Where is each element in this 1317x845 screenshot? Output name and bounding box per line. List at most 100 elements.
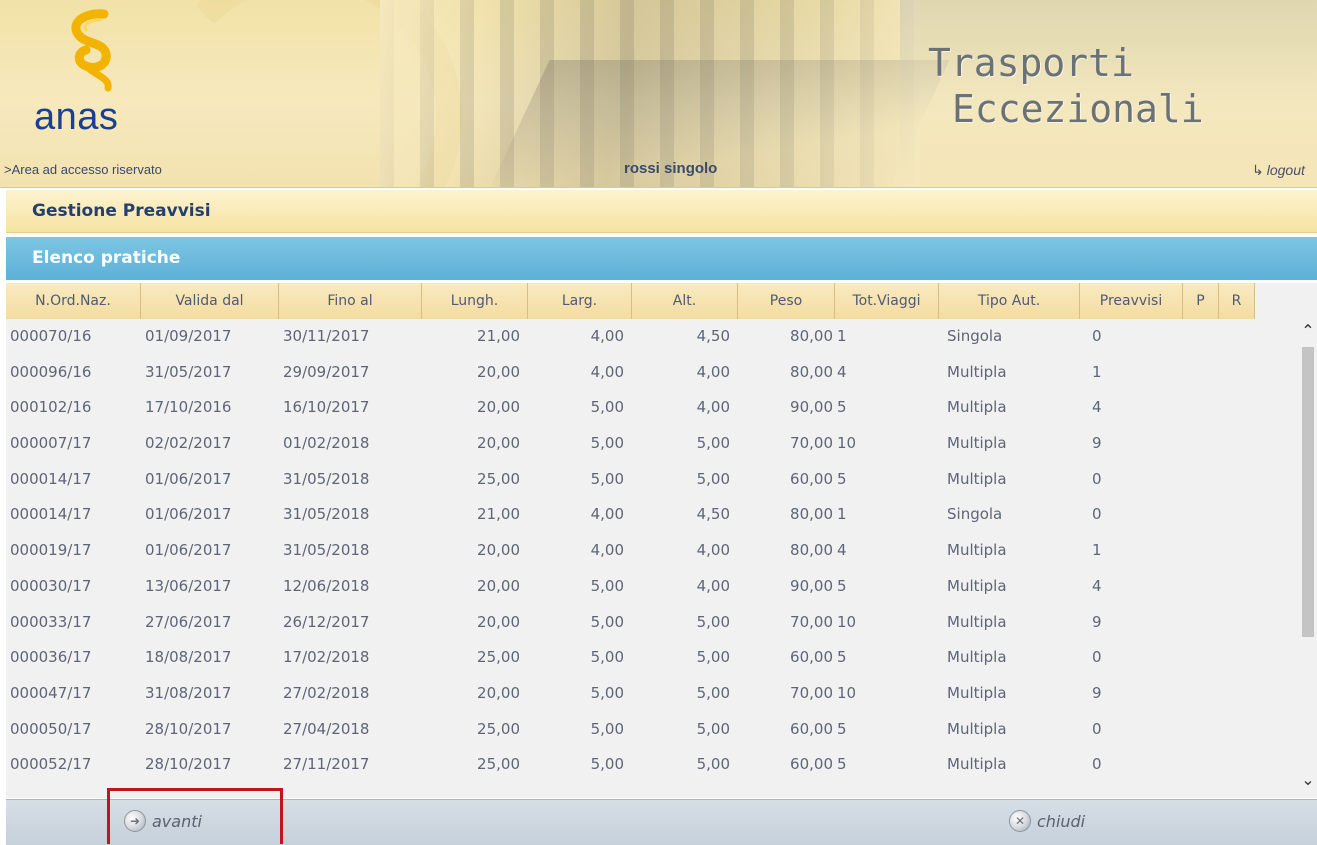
- cell-tot-viaggi: 1: [837, 505, 847, 524]
- cell-tipo-aut: Multipla: [947, 434, 1007, 453]
- cell-tot-viaggi: 10: [837, 683, 857, 702]
- cell-lungh: 21,00: [477, 505, 520, 524]
- cell-valida-dal: 01/06/2017: [145, 541, 232, 560]
- list-header: Elenco pratiche: [6, 237, 1317, 280]
- cell-fino-al: 01/02/2018: [283, 434, 370, 453]
- cell-preavvisi: 9: [1092, 434, 1102, 453]
- cell-tot-viaggi: 5: [837, 648, 847, 667]
- cell-preavvisi: 9: [1092, 612, 1102, 631]
- cell-p: [1183, 497, 1219, 533]
- column-header-preavvisi: Preavvisi: [1080, 283, 1183, 319]
- cell-larg: 5,00: [590, 398, 624, 417]
- cell-preavvisi: 0: [1092, 648, 1102, 667]
- cell-tipo-aut: Multipla: [947, 719, 1007, 738]
- cell-tot-viaggi: 5: [837, 398, 847, 417]
- cell-alt: 4,50: [696, 505, 730, 524]
- cell-tipo-aut: Singola: [947, 505, 1003, 524]
- close-button[interactable]: ✕ chiudi: [1009, 810, 1085, 832]
- cell-fino-al: 12/06/2018: [283, 576, 370, 595]
- table-row[interactable]: 000014/17 01/06/2017 31/05/2018 21,00 4,00 4,…: [6, 497, 1296, 533]
- app-title: Trasporti Eccezionali: [928, 40, 1204, 132]
- cell-larg: 5,00: [590, 612, 624, 631]
- logout-label: logout: [1266, 162, 1305, 178]
- cell-peso: 80,00: [790, 362, 833, 381]
- cell-peso: 80,00: [790, 541, 833, 560]
- cell-preavvisi: 0: [1092, 755, 1102, 774]
- table-row[interactable]: 000019/17 01/06/2017 31/05/2018 20,00 4,00 4,…: [6, 533, 1296, 569]
- table-row[interactable]: 000050/17 28/10/2017 27/04/2018 25,00 5,00 5,…: [6, 712, 1296, 748]
- column-header-fino-al: Fino al: [279, 283, 422, 319]
- cell-fino-al: 16/10/2017: [283, 398, 370, 417]
- cell-preavvisi: 9: [1092, 683, 1102, 702]
- table-row[interactable]: 000070/16 01/09/2017 30/11/2017 21,00 4,00 4,…: [6, 319, 1296, 355]
- cell-ord-naz: 000033/17: [10, 612, 92, 631]
- chevron-down-icon[interactable]: ⌄: [1299, 768, 1317, 792]
- column-header-valida-dal: Valida dal: [141, 283, 279, 319]
- cell-ord-naz: 000102/16: [10, 398, 92, 417]
- cell-peso: 60,00: [790, 648, 833, 667]
- cell-fino-al: 27/02/2018: [283, 683, 370, 702]
- cell-peso: 90,00: [790, 576, 833, 595]
- cell-preavvisi: 1: [1092, 362, 1102, 381]
- cell-peso: 80,00: [790, 505, 833, 524]
- cell-tot-viaggi: 10: [837, 434, 857, 453]
- cell-r: [1219, 676, 1255, 712]
- section-header: Gestione Preavvisi: [6, 190, 1317, 233]
- cell-tipo-aut: Multipla: [947, 683, 1007, 702]
- cell-lungh: 20,00: [477, 541, 520, 560]
- cell-fino-al: 27/04/2018: [283, 719, 370, 738]
- cell-tipo-aut: Multipla: [947, 576, 1007, 595]
- table-row[interactable]: 000096/16 31/05/2017 29/09/2017 20,00 4,00 4,…: [6, 355, 1296, 391]
- cell-preavvisi: 0: [1092, 469, 1102, 488]
- cell-valida-dal: 13/06/2017: [145, 576, 232, 595]
- cell-tipo-aut: Multipla: [947, 541, 1007, 560]
- cell-p: [1183, 747, 1219, 783]
- cell-p: [1183, 640, 1219, 676]
- cell-lungh: 20,00: [477, 683, 520, 702]
- anas-logo-icon: [71, 9, 112, 92]
- cell-larg: 5,00: [590, 434, 624, 453]
- cell-tipo-aut: Multipla: [947, 755, 1007, 774]
- chevron-up-icon[interactable]: ⌃: [1299, 319, 1317, 343]
- anas-logo-text: anas: [34, 96, 119, 138]
- cell-tot-viaggi: 5: [837, 576, 847, 595]
- table-row[interactable]: 000047/17 31/08/2017 27/02/2018 20,00 5,00 5,…: [6, 676, 1296, 712]
- cell-larg: 4,00: [590, 327, 624, 345]
- cell-p: [1183, 605, 1219, 641]
- cell-ord-naz: 000070/16: [10, 327, 92, 345]
- table-row[interactable]: 000052/17 28/10/2017 27/11/2017 25,00 5,00 5,…: [6, 747, 1296, 783]
- cell-larg: 5,00: [590, 755, 624, 774]
- cell-tipo-aut: Multipla: [947, 612, 1007, 631]
- cell-lungh: 20,00: [477, 434, 520, 453]
- cell-alt: 5,00: [696, 683, 730, 702]
- vertical-scrollbar[interactable]: ⌃ ⌄: [1299, 319, 1317, 798]
- column-header-lungh: Lungh.: [422, 283, 528, 319]
- logout-link[interactable]: ↳ logout: [1252, 162, 1305, 179]
- cell-tot-viaggi: 4: [837, 362, 847, 381]
- table-row[interactable]: 000102/16 17/10/2016 16/10/2017 20,00 5,00 4,…: [6, 390, 1296, 426]
- cell-alt: 5,00: [696, 469, 730, 488]
- cell-larg: 5,00: [590, 719, 624, 738]
- scrollbar-thumb[interactable]: [1302, 347, 1314, 637]
- close-icon: ✕: [1009, 810, 1031, 832]
- table-row[interactable]: 000014/17 01/06/2017 31/05/2018 25,00 5,00 5,…: [6, 462, 1296, 498]
- cell-preavvisi: 1: [1092, 541, 1102, 560]
- column-header-alt: Alt.: [632, 283, 738, 319]
- section-title: Gestione Preavvisi: [32, 201, 211, 221]
- cell-p: [1183, 390, 1219, 426]
- cell-valida-dal: 27/06/2017: [145, 612, 232, 631]
- cell-peso: 70,00: [790, 434, 833, 453]
- table-row[interactable]: 000007/17 02/02/2017 01/02/2018 20,00 5,00 5,…: [6, 426, 1296, 462]
- cell-fino-al: 31/05/2018: [283, 541, 370, 560]
- cell-peso: 60,00: [790, 469, 833, 488]
- cell-larg: 5,00: [590, 576, 624, 595]
- table-row[interactable]: 000030/17 13/06/2017 12/06/2018 20,00 5,00 4,…: [6, 569, 1296, 605]
- cell-tot-viaggi: 10: [837, 612, 857, 631]
- table-row[interactable]: 000036/17 18/08/2017 17/02/2018 25,00 5,00 5,…: [6, 640, 1296, 676]
- cell-p: [1183, 533, 1219, 569]
- cell-preavvisi: 0: [1092, 327, 1102, 345]
- header-banner: anas >Area ad accesso riservato rossi si…: [0, 0, 1317, 188]
- table-row[interactable]: 000033/17 27/06/2017 26/12/2017 20,00 5,00 5,…: [6, 605, 1296, 641]
- reserved-area-link[interactable]: >Area ad accesso riservato: [4, 162, 162, 177]
- cell-valida-dal: 01/06/2017: [145, 469, 232, 488]
